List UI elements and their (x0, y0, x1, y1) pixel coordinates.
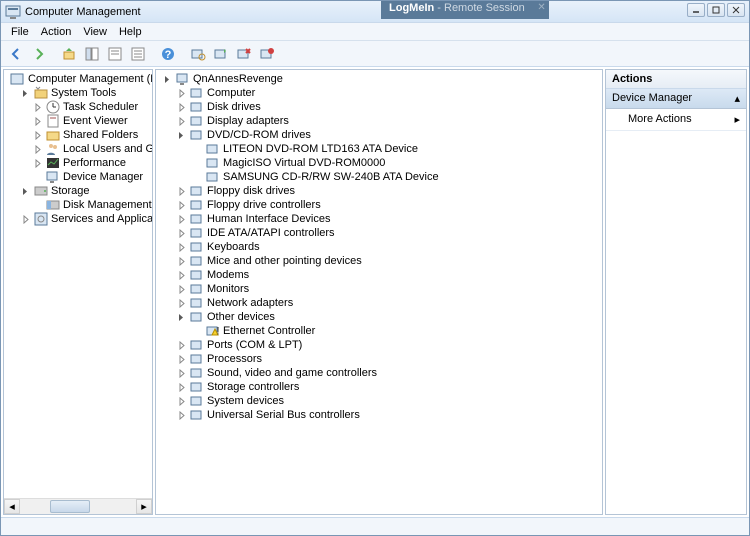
window-title: Computer Management (25, 6, 141, 18)
device-category[interactable]: System devices (158, 394, 600, 408)
device-category[interactable]: Modems (158, 268, 600, 282)
device-category[interactable]: Mice and other pointing devices (158, 254, 600, 268)
device-category[interactable]: Human Interface Devices (158, 212, 600, 226)
tree-services-apps[interactable]: Services and Applications (6, 212, 150, 226)
device-category[interactable]: Universal Serial Bus controllers (158, 408, 600, 422)
app-icon (5, 4, 21, 20)
device-category[interactable]: Storage controllers (158, 380, 600, 394)
device-category[interactable]: Keyboards (158, 240, 600, 254)
device-category[interactable]: Display adapters (158, 114, 600, 128)
device-item[interactable]: MagicISO Virtual DVD-ROM0000 (158, 156, 600, 170)
device-tree-pane: QnAnnesRevengeComputerDisk drivesDisplay… (155, 69, 603, 515)
title-bar: Computer Management LogMeIn - Remote Ses… (1, 1, 749, 23)
horizontal-scrollbar[interactable]: ◂▸ (4, 498, 152, 514)
device-item[interactable]: SAMSUNG CD-R/RW SW-240B ATA Device (158, 170, 600, 184)
scan-hardware-button[interactable] (187, 43, 209, 65)
menu-bar: File Action View Help (1, 23, 749, 41)
delete-button[interactable] (127, 43, 149, 65)
device-category[interactable]: Ports (COM & LPT) (158, 338, 600, 352)
device-category[interactable]: Floppy drive controllers (158, 198, 600, 212)
toolbar: ? (1, 41, 749, 67)
close-button[interactable] (727, 3, 745, 17)
menu-view[interactable]: View (77, 24, 113, 40)
device-category[interactable]: Processors (158, 352, 600, 366)
console-tree-pane: Computer Management (Local System Tools … (3, 69, 153, 515)
device-category[interactable]: DVD/CD-ROM drives (158, 128, 600, 142)
minimize-button[interactable] (687, 3, 705, 17)
tree-device-manager[interactable]: Device Manager (6, 170, 150, 184)
device-item[interactable]: LITEON DVD-ROM LTD163 ATA Device (158, 142, 600, 156)
svg-text:!: ! (216, 326, 219, 338)
device-category[interactable]: Floppy disk drives (158, 184, 600, 198)
close-remote-icon[interactable]: ✕ (537, 2, 545, 13)
properties-button[interactable] (104, 43, 126, 65)
tree-root[interactable]: Computer Management (Local (6, 72, 150, 86)
device-root[interactable]: QnAnnesRevenge (158, 72, 600, 86)
actions-section[interactable]: Device Manager ▴ (606, 89, 746, 109)
maximize-button[interactable] (707, 3, 725, 17)
device-category[interactable]: Monitors (158, 282, 600, 296)
actions-more[interactable]: More Actions ▸ (606, 109, 746, 131)
menu-help[interactable]: Help (113, 24, 148, 40)
device-category[interactable]: Disk drives (158, 100, 600, 114)
up-button[interactable] (58, 43, 80, 65)
device-category[interactable]: Other devices (158, 310, 600, 324)
device-category[interactable]: Network adapters (158, 296, 600, 310)
actions-header: Actions (606, 70, 746, 89)
tree-task-scheduler[interactable]: Task Scheduler (6, 100, 150, 114)
menu-file[interactable]: File (5, 24, 35, 40)
forward-button[interactable] (28, 43, 50, 65)
show-hide-tree-button[interactable] (81, 43, 103, 65)
menu-action[interactable]: Action (35, 24, 78, 40)
tree-system-tools[interactable]: System Tools (6, 86, 150, 100)
device-item[interactable]: !Ethernet Controller (158, 324, 600, 338)
chevron-right-icon: ▸ (734, 113, 740, 126)
back-button[interactable] (5, 43, 27, 65)
collapse-icon: ▴ (734, 92, 740, 105)
tree-shared-folders[interactable]: Shared Folders (6, 128, 150, 142)
tree-disk-management[interactable]: Disk Management (6, 198, 150, 212)
actions-pane: Actions Device Manager ▴ More Actions ▸ (605, 69, 747, 515)
svg-text:?: ? (165, 49, 172, 61)
tree-local-users[interactable]: Local Users and Groups (6, 142, 150, 156)
device-category[interactable]: Computer (158, 86, 600, 100)
device-category[interactable]: Sound, video and game controllers (158, 366, 600, 380)
device-category[interactable]: IDE ATA/ATAPI controllers (158, 226, 600, 240)
update-driver-button[interactable] (210, 43, 232, 65)
main-area: Computer Management (Local System Tools … (1, 67, 749, 517)
disable-button[interactable] (256, 43, 278, 65)
tree-storage[interactable]: Storage (6, 184, 150, 198)
remote-session-badge: LogMeIn - Remote Session ✕ (381, 1, 549, 19)
uninstall-button[interactable] (233, 43, 255, 65)
status-bar (1, 517, 749, 535)
tree-event-viewer[interactable]: Event Viewer (6, 114, 150, 128)
help-button[interactable]: ? (157, 43, 179, 65)
tree-performance[interactable]: Performance (6, 156, 150, 170)
